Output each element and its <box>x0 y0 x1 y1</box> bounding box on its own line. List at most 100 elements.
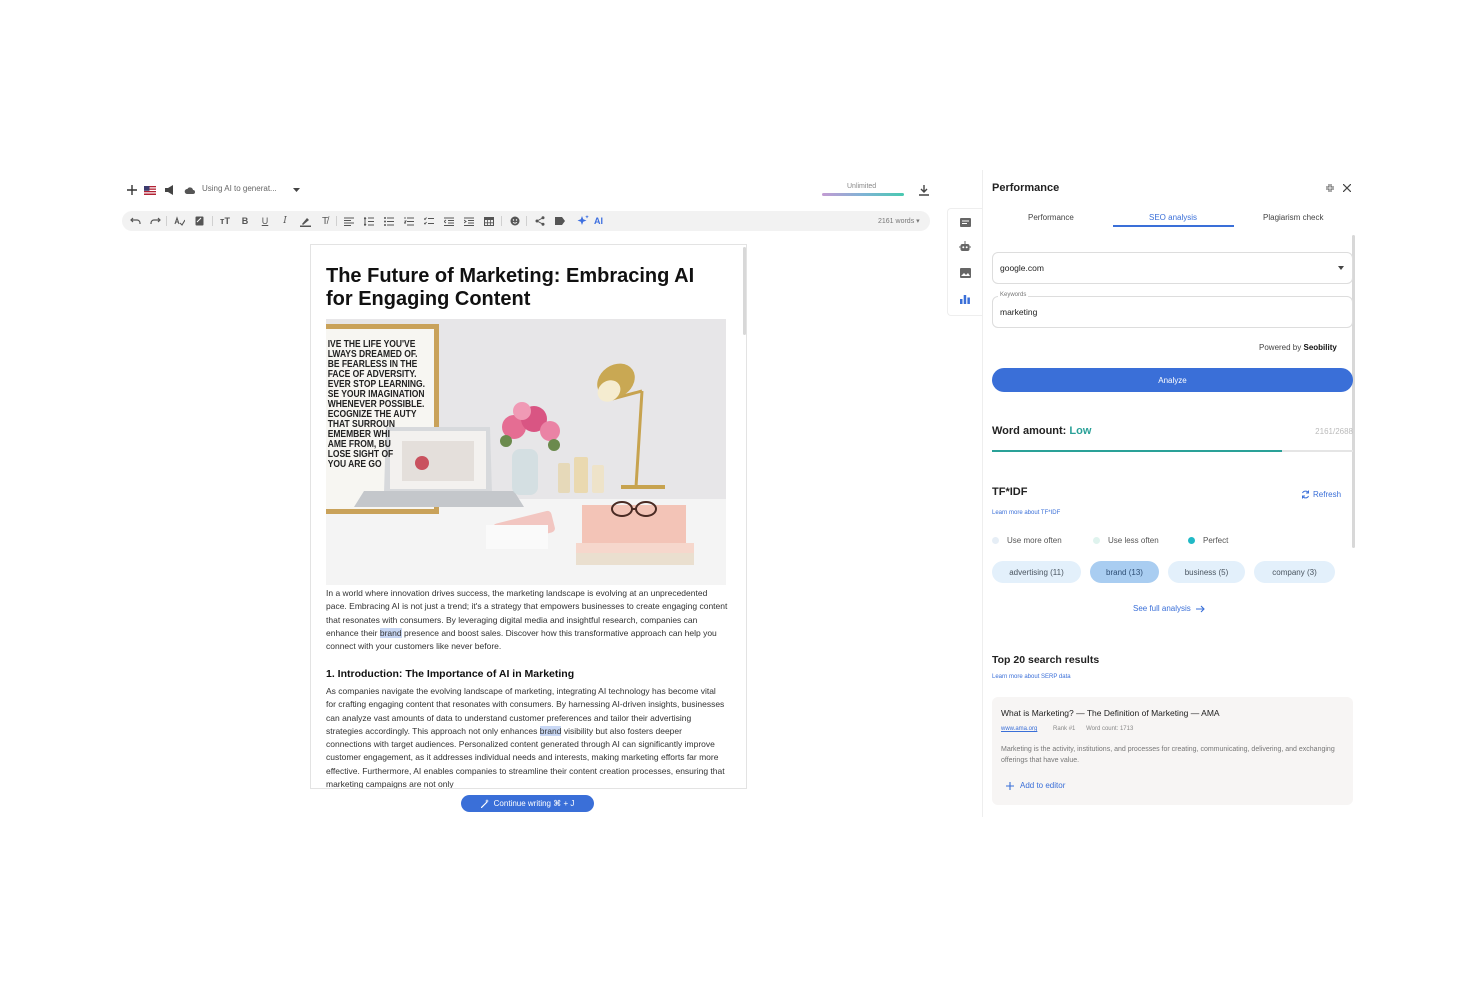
result-rank: Rank #1 <box>1053 726 1076 732</box>
align-left-icon[interactable] <box>342 214 356 228</box>
numbered-list-icon[interactable] <box>402 214 416 228</box>
keyword-chip-company[interactable]: company (3) <box>1254 561 1335 583</box>
tfidf-learn-more-link[interactable]: Learn more about TF*IDF <box>992 510 1060 516</box>
paragraph-intro[interactable]: In a world where innovation drives succe… <box>326 587 728 653</box>
robot-icon[interactable] <box>958 240 972 254</box>
top-bar: Using AI to generat... Unlimited <box>122 180 937 200</box>
megaphone-icon[interactable] <box>159 180 179 200</box>
indent-increase-icon[interactable] <box>462 214 476 228</box>
tab-plagiarism-check[interactable]: Plagiarism check <box>1263 213 1323 222</box>
keyword-highlight[interactable]: brand <box>539 725 562 736</box>
emoji-icon[interactable] <box>508 214 522 228</box>
legend-dot <box>1093 537 1100 544</box>
document-title[interactable]: The Future of Marketing: Embracing AI fo… <box>326 265 721 311</box>
tab-seo-analysis[interactable]: SEO analysis <box>1149 213 1197 222</box>
clear-format-icon[interactable]: T̸ <box>318 214 332 228</box>
active-tab-indicator <box>1113 225 1234 227</box>
word-count-dropdown[interactable]: 2161 words ▾ <box>878 217 920 225</box>
highlight-icon[interactable] <box>298 214 312 228</box>
word-amount-level: Low <box>1069 425 1092 437</box>
analyze-button[interactable]: Analyze <box>992 368 1353 392</box>
keyword-chip-advertising[interactable]: advertising (11) <box>992 561 1081 583</box>
performance-panel: Performance Performance SEO analysis Pla… <box>982 170 1363 817</box>
see-full-analysis-link[interactable]: See full analysis <box>1133 604 1205 613</box>
note-icon[interactable] <box>192 214 206 228</box>
tag-icon[interactable] <box>553 214 567 228</box>
panel-title: Performance <box>992 182 1060 194</box>
document-image[interactable]: IVE THE LIFE YOU'VE LWAYS DREAMED OF. BE F… <box>326 319 726 585</box>
legend-use-less: Use less often <box>1093 536 1159 545</box>
search-engine-select[interactable]: google.com <box>992 252 1353 284</box>
download-icon[interactable] <box>914 180 934 200</box>
result-title[interactable]: What is Marketing? — The Definition of M… <box>1001 708 1220 718</box>
close-icon[interactable] <box>1343 184 1351 192</box>
keyword-highlight[interactable]: brand <box>379 627 402 638</box>
continue-writing-button[interactable]: Continue writing ⌘ + J <box>461 795 594 812</box>
magic-wand-icon <box>480 799 490 808</box>
side-icon-rail <box>947 208 983 316</box>
legend-use-more: Use more often <box>992 536 1062 545</box>
keywords-value: marketing <box>1000 307 1038 317</box>
powered-by: Powered by Seobility <box>1259 343 1337 352</box>
bullet-list-icon[interactable] <box>382 214 396 228</box>
editor-panel-icon[interactable] <box>958 215 972 229</box>
line-spacing-icon[interactable] <box>362 214 376 228</box>
status-text: Using AI to generat... <box>202 184 277 193</box>
spellcheck-icon[interactable] <box>172 214 186 228</box>
refresh-icon <box>1301 490 1310 499</box>
collapse-icon[interactable] <box>1326 184 1334 192</box>
keyword-chip-brand[interactable]: brand (13) <box>1090 561 1159 583</box>
result-meta: www.ama.org Rank #1 Word count: 1713 <box>1001 726 1142 732</box>
result-description: Marketing is the activity, institutions,… <box>1001 746 1335 764</box>
arrow-right-icon <box>1195 605 1205 613</box>
add-to-editor-button[interactable]: Add to editor <box>1006 781 1065 790</box>
serp-learn-more-link[interactable]: Learn more about SERP data <box>992 674 1071 680</box>
ai-button-label[interactable]: AI <box>594 216 603 226</box>
indent-decrease-icon[interactable] <box>442 214 456 228</box>
undo-icon[interactable] <box>128 214 142 228</box>
underline-icon[interactable]: U <box>258 214 272 228</box>
bar-chart-icon[interactable] <box>958 292 972 306</box>
top-results-heading: Top 20 search results <box>992 654 1100 666</box>
section-heading[interactable]: 1. Introduction: The Importance of AI in… <box>326 668 574 680</box>
search-result-card: What is Marketing? — The Definition of M… <box>992 697 1353 805</box>
refresh-button[interactable]: Refresh <box>1301 490 1341 499</box>
keyword-chip-business[interactable]: business (5) <box>1168 561 1245 583</box>
keywords-field[interactable]: Keywords marketing <box>992 292 1353 328</box>
formatting-toolbar: ᴛT B U I T̸ AI 2161 words ▾ <box>122 211 930 231</box>
panel-scrollbar[interactable] <box>1352 235 1355 548</box>
cloud-icon <box>179 180 199 200</box>
paragraph-introduction[interactable]: As companies navigate the evolving lands… <box>326 685 728 788</box>
document-scrollbar[interactable] <box>743 247 746 335</box>
usage-bar <box>822 193 904 196</box>
chevron-down-icon <box>1338 266 1344 270</box>
word-amount-progress <box>992 450 1353 452</box>
bold-icon[interactable]: B <box>238 214 252 228</box>
text-size-icon[interactable]: ᴛT <box>218 214 232 228</box>
us-flag-icon[interactable] <box>140 180 160 200</box>
keywords-label: Keywords <box>998 292 1029 298</box>
image-icon[interactable] <box>958 266 972 280</box>
table-icon[interactable] <box>482 214 496 228</box>
tfidf-heading: TF*IDF <box>992 486 1028 498</box>
search-engine-value: google.com <box>1000 263 1044 273</box>
checklist-icon[interactable] <box>422 214 436 228</box>
legend-dot <box>1188 537 1195 544</box>
seobility-brand: Seobility <box>1303 343 1337 352</box>
legend-dot <box>992 537 999 544</box>
redo-icon[interactable] <box>148 214 162 228</box>
refresh-label: Refresh <box>1313 490 1342 499</box>
chevron-down-icon[interactable] <box>286 180 306 200</box>
result-word-count: Word count: 1713 <box>1086 726 1134 732</box>
poster-line: YOU ARE GO <box>328 458 382 469</box>
ai-sparkle-icon[interactable] <box>576 214 590 228</box>
document-page[interactable]: The Future of Marketing: Embracing AI fo… <box>310 244 747 789</box>
italic-icon[interactable]: I <box>278 214 292 228</box>
usage-label: Unlimited <box>847 183 877 190</box>
tab-performance[interactable]: Performance <box>1028 213 1074 222</box>
word-amount-heading: Word amount: Low <box>992 425 1092 437</box>
result-url[interactable]: www.ama.org <box>1001 726 1037 732</box>
continue-writing-label: Continue writing ⌘ + J <box>493 799 575 808</box>
add-icon[interactable] <box>122 180 142 200</box>
share-icon[interactable] <box>533 214 547 228</box>
